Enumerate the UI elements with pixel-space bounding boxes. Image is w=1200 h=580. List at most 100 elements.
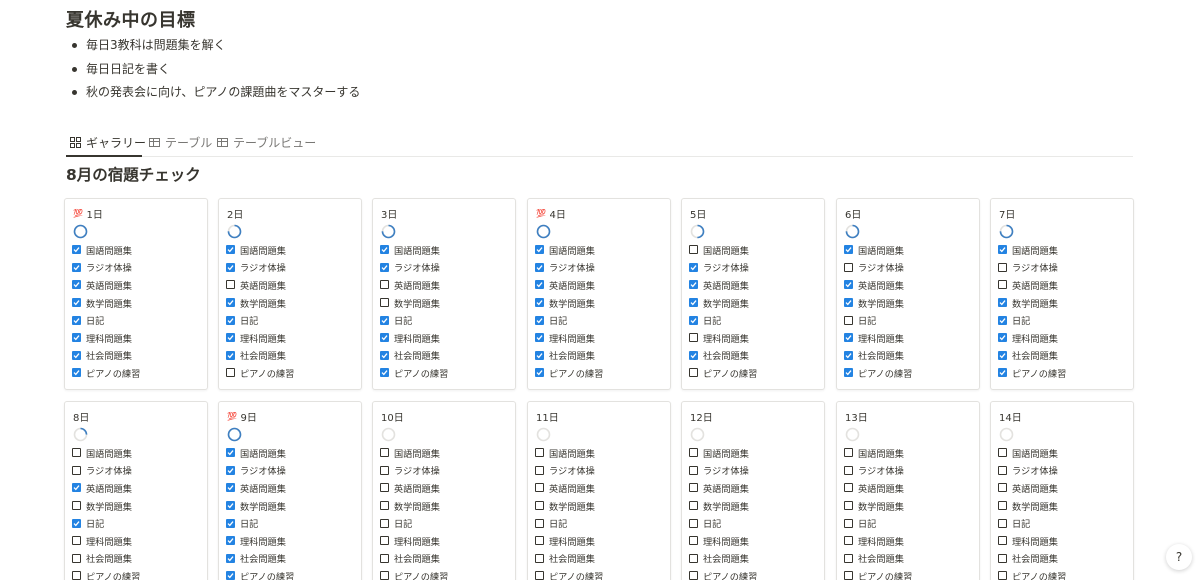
checkbox-unchecked[interactable] — [380, 483, 389, 493]
checkbox-unchecked[interactable] — [72, 553, 81, 563]
checkbox-checked[interactable] — [689, 280, 698, 290]
checkbox-unchecked[interactable] — [535, 483, 544, 493]
checkbox-checked[interactable] — [226, 553, 235, 563]
checkbox-checked[interactable] — [380, 315, 389, 325]
checkbox-unchecked[interactable] — [844, 465, 853, 475]
checkbox-unchecked[interactable] — [689, 553, 698, 563]
checkbox-unchecked[interactable] — [72, 501, 81, 511]
checkbox-unchecked[interactable] — [689, 536, 698, 546]
checkbox-unchecked[interactable] — [380, 553, 389, 563]
checkbox-checked[interactable] — [535, 350, 544, 360]
checkbox-unchecked[interactable] — [380, 465, 389, 475]
checkbox-unchecked[interactable] — [535, 553, 544, 563]
checkbox-unchecked[interactable] — [535, 448, 544, 458]
checkbox-unchecked[interactable] — [844, 518, 853, 528]
checkbox-unchecked[interactable] — [380, 501, 389, 511]
checkbox-unchecked[interactable] — [998, 448, 1007, 458]
gallery-card[interactable]: 14日 国語問題集 ラジオ体操 英語問題集 数学問題集 日記 理科問題集 社会問題集 ピアノの練… — [990, 401, 1134, 580]
gallery-card[interactable]: 6日 国語問題集 ラジオ体操 英語問題集 数学問題集 日記 理科問題集 社会問題集 ピアノの練習 — [836, 198, 980, 390]
checkbox-checked[interactable] — [689, 350, 698, 360]
checkbox-checked[interactable] — [998, 298, 1007, 308]
gallery-card[interactable]: 13日 国語問題集 ラジオ体操 英語問題集 数学問題集 日記 理科問題集 社会問題集 ピアノの練… — [836, 401, 980, 580]
checkbox-unchecked[interactable] — [998, 501, 1007, 511]
checkbox-unchecked[interactable] — [998, 262, 1007, 272]
checkbox-checked[interactable] — [72, 315, 81, 325]
checkbox-unchecked[interactable] — [689, 245, 698, 255]
checkbox-unchecked[interactable] — [535, 571, 544, 580]
checkbox-checked[interactable] — [844, 368, 853, 378]
checkbox-checked[interactable] — [689, 262, 698, 272]
checkbox-unchecked[interactable] — [998, 571, 1007, 580]
checkbox-unchecked[interactable] — [998, 465, 1007, 475]
checkbox-checked[interactable] — [998, 350, 1007, 360]
checkbox-checked[interactable] — [226, 483, 235, 493]
checkbox-unchecked[interactable] — [998, 536, 1007, 546]
checkbox-unchecked[interactable] — [844, 315, 853, 325]
gallery-card[interactable]: 8日 国語問題集 ラジオ体操 英語問題集 数学問題集 日記 理科問題集 社会問題集 ピアノの練習 — [64, 401, 208, 580]
help-button[interactable]: ? — [1166, 544, 1192, 570]
checkbox-checked[interactable] — [226, 465, 235, 475]
checkbox-unchecked[interactable] — [380, 518, 389, 528]
checkbox-checked[interactable] — [689, 315, 698, 325]
checkbox-checked[interactable] — [226, 298, 235, 308]
checkbox-unchecked[interactable] — [998, 553, 1007, 563]
checkbox-checked[interactable] — [226, 333, 235, 343]
checkbox-checked[interactable] — [380, 333, 389, 343]
checkbox-checked[interactable] — [72, 483, 81, 493]
checkbox-checked[interactable] — [226, 571, 235, 580]
checkbox-checked[interactable] — [535, 245, 544, 255]
checkbox-checked[interactable] — [380, 350, 389, 360]
checkbox-unchecked[interactable] — [535, 518, 544, 528]
checkbox-checked[interactable] — [998, 245, 1007, 255]
checkbox-checked[interactable] — [689, 298, 698, 308]
checkbox-checked[interactable] — [844, 333, 853, 343]
checkbox-checked[interactable] — [535, 333, 544, 343]
checkbox-unchecked[interactable] — [689, 448, 698, 458]
gallery-card[interactable]: 5日 国語問題集 ラジオ体操 英語問題集 数学問題集 日記 理科問題集 社会問題集 ピアノの練習 — [681, 198, 825, 390]
checkbox-unchecked[interactable] — [998, 518, 1007, 528]
checkbox-unchecked[interactable] — [689, 368, 698, 378]
checkbox-unchecked[interactable] — [535, 465, 544, 475]
checkbox-checked[interactable] — [535, 280, 544, 290]
checkbox-unchecked[interactable] — [535, 536, 544, 546]
checkbox-unchecked[interactable] — [380, 571, 389, 580]
checkbox-checked[interactable] — [72, 245, 81, 255]
checkbox-unchecked[interactable] — [72, 571, 81, 580]
checkbox-unchecked[interactable] — [380, 448, 389, 458]
checkbox-checked[interactable] — [72, 368, 81, 378]
checkbox-unchecked[interactable] — [72, 536, 81, 546]
checkbox-checked[interactable] — [72, 518, 81, 528]
checkbox-checked[interactable] — [535, 368, 544, 378]
checkbox-checked[interactable] — [72, 350, 81, 360]
checkbox-unchecked[interactable] — [844, 553, 853, 563]
checkbox-unchecked[interactable] — [844, 536, 853, 546]
tab-table[interactable]: テーブル — [149, 134, 212, 150]
checkbox-unchecked[interactable] — [380, 298, 389, 308]
checkbox-checked[interactable] — [226, 262, 235, 272]
checkbox-checked[interactable] — [998, 368, 1007, 378]
checkbox-checked[interactable] — [844, 280, 853, 290]
checkbox-checked[interactable] — [226, 501, 235, 511]
checkbox-unchecked[interactable] — [998, 483, 1007, 493]
checkbox-checked[interactable] — [535, 262, 544, 272]
checkbox-checked[interactable] — [226, 245, 235, 255]
checkbox-unchecked[interactable] — [689, 483, 698, 493]
checkbox-checked[interactable] — [535, 315, 544, 325]
checkbox-checked[interactable] — [380, 368, 389, 378]
gallery-card[interactable]: 3日 国語問題集 ラジオ体操 英語問題集 数学問題集 日記 理科問題集 社会問題集 ピアノの練習 — [372, 198, 516, 390]
checkbox-checked[interactable] — [226, 315, 235, 325]
gallery-card[interactable]: 💯 9日 国語問題集 ラジオ体操 英語問題集 数学問題集 日記 理科問題集 社会問題集 ピアノの練… — [218, 401, 362, 580]
checkbox-unchecked[interactable] — [844, 448, 853, 458]
checkbox-checked[interactable] — [844, 350, 853, 360]
checkbox-checked[interactable] — [998, 315, 1007, 325]
checkbox-unchecked[interactable] — [689, 465, 698, 475]
checkbox-unchecked[interactable] — [226, 368, 235, 378]
checkbox-checked[interactable] — [535, 298, 544, 308]
checkbox-unchecked[interactable] — [226, 280, 235, 290]
tab-gallery[interactable]: ギャラリー — [70, 134, 146, 150]
checkbox-checked[interactable] — [226, 350, 235, 360]
checkbox-unchecked[interactable] — [689, 333, 698, 343]
checkbox-checked[interactable] — [380, 262, 389, 272]
gallery-card[interactable]: 💯 1日 国語問題集 ラジオ体操 英語問題集 数学問題集 日記 理科問題集 社会問題集 ピアノの練… — [64, 198, 208, 390]
checkbox-unchecked[interactable] — [844, 571, 853, 580]
